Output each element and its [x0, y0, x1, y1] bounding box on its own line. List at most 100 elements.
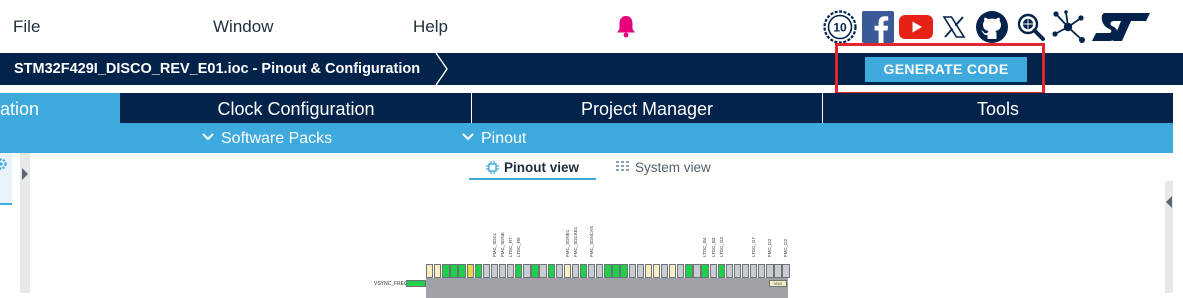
pin-signal-label: FMC_D2: [783, 238, 789, 257]
pin-signal-label: FMC_SDCKE1: [572, 226, 578, 257]
chip-pin[interactable]: [644, 264, 653, 278]
chip-pin[interactable]: [588, 264, 596, 278]
youtube-icon[interactable]: [899, 9, 933, 45]
chip-pin[interactable]: [750, 264, 758, 278]
tab-project-manager[interactable]: Project Manager: [472, 93, 822, 123]
chip-pin[interactable]: [571, 264, 580, 278]
tab-label: Clock Configuration: [217, 99, 375, 119]
chip-pin[interactable]: [677, 264, 685, 278]
chip-pin[interactable]: [701, 264, 709, 278]
chip-pin[interactable]: [458, 264, 466, 278]
menu-bar: File Window Help 10: [0, 0, 1183, 53]
chip-pin[interactable]: [426, 264, 434, 278]
chip-pin[interactable]: [442, 264, 450, 278]
chip-pin[interactable]: [620, 264, 628, 278]
chip-pin[interactable]: [450, 264, 458, 278]
chip-pin[interactable]: [507, 264, 515, 278]
chip-pin[interactable]: [498, 264, 507, 278]
notification-bell-icon[interactable]: [615, 14, 637, 38]
pinout-label: Pinout: [481, 130, 527, 147]
chip-pin[interactable]: [774, 264, 782, 278]
chip-pin[interactable]: [652, 264, 661, 278]
github-icon[interactable]: [975, 9, 1009, 45]
chip-pin[interactable]: [612, 264, 620, 278]
expand-arrow-icon[interactable]: [22, 168, 28, 180]
chip-pin[interactable]: [741, 264, 750, 278]
generate-code-button[interactable]: GENERATE CODE: [865, 57, 1027, 82]
collapse-arrow-icon[interactable]: [1166, 196, 1172, 208]
facebook-icon[interactable]: [862, 9, 894, 45]
software-packs-label: Software Packs: [221, 130, 333, 147]
chip-pin[interactable]: [482, 264, 491, 278]
chip-pin[interactable]: [563, 264, 572, 278]
pin-signal-label: FMC_SDNCAS: [589, 225, 594, 257]
vdd-pin[interactable]: VDD: [769, 280, 787, 287]
chip-pin[interactable]: [725, 264, 734, 278]
chip-pin[interactable]: [490, 264, 499, 278]
tab-pinout-configuration[interactable]: ation: [0, 93, 120, 123]
breadcrumb-title[interactable]: STM32F429I_DISCO_REV_E01.ioc - Pinout & …: [14, 53, 420, 85]
anniversary-10-badge-icon[interactable]: 10: [823, 9, 857, 45]
chip-pin[interactable]: [685, 264, 693, 278]
chip-pin[interactable]: [709, 264, 717, 278]
chevron-down-icon: [202, 133, 214, 141]
chip-icon: [485, 160, 499, 174]
chip-pin[interactable]: [539, 264, 547, 278]
chip-pin[interactable]: [523, 264, 531, 278]
chip-pin[interactable]: [782, 264, 790, 278]
chip-pin[interactable]: [766, 264, 774, 278]
st-community-icon[interactable]: [1016, 9, 1046, 45]
chip-pin[interactable]: [474, 264, 482, 278]
tab-label: ation: [0, 99, 40, 119]
tab-clock-configuration[interactable]: Clock Configuration: [121, 93, 471, 123]
breadcrumb-chevron-icon: [435, 53, 448, 85]
gear-icon[interactable]: [0, 157, 8, 171]
pinout-view-tab[interactable]: Pinout view: [469, 158, 596, 180]
side-pin-label: VSYNC_FREQ: [374, 281, 408, 287]
menu-window[interactable]: Window: [213, 17, 273, 37]
chevron-down-icon: [462, 133, 474, 141]
tab-label: Project Manager: [580, 99, 714, 119]
pinout-menu[interactable]: Pinout: [462, 123, 526, 153]
chip-pin[interactable]: [531, 264, 539, 278]
chip-pin[interactable]: [555, 264, 563, 278]
mcu-pinout-diagram[interactable]: VSYNC_FREQ VDD FMC_SDCL FMC_SDNE LTDC_R7 LT…: [370, 225, 790, 298]
chip-pin[interactable]: [466, 264, 474, 278]
chip-pin[interactable]: [669, 264, 677, 278]
chip-pin[interactable]: [628, 264, 636, 278]
chip-pin[interactable]: [596, 264, 604, 278]
category-panel-indicator: [0, 203, 12, 205]
side-pin[interactable]: [406, 280, 426, 287]
svg-text:10: 10: [833, 21, 847, 35]
pin-signal-label: LTDC_R6: [516, 237, 522, 257]
pin-signal-label: LTDC_B4: [702, 237, 708, 257]
chip-pin[interactable]: [434, 264, 442, 278]
chip-pin[interactable]: [579, 264, 588, 278]
chip-pin[interactable]: [733, 264, 742, 278]
tab-label: Tools: [976, 99, 1020, 119]
pin-signal-label: LTDC_G7: [751, 237, 756, 257]
menu-file[interactable]: File: [13, 17, 40, 37]
chip-pin[interactable]: [547, 264, 555, 278]
chip-pin[interactable]: [604, 264, 612, 278]
x-twitter-icon[interactable]: [942, 9, 966, 45]
system-view-label: System view: [635, 160, 711, 175]
system-view-tab[interactable]: System view: [616, 158, 711, 178]
st-logo-icon[interactable]: [1090, 9, 1152, 45]
system-grid-icon: [616, 160, 629, 171]
menu-help[interactable]: Help: [413, 17, 448, 37]
chip-pin[interactable]: [636, 264, 644, 278]
network-share-icon[interactable]: [1051, 9, 1085, 45]
chip-pin[interactable]: [515, 264, 523, 278]
pin-signal-label: LTDC_R7: [508, 237, 513, 257]
chip-pin[interactable]: [660, 264, 669, 278]
tab-tools[interactable]: Tools: [823, 93, 1173, 123]
pin-signal-label: FMC_D3: [767, 238, 773, 257]
pin-signal-label: LTDC_B3: [710, 237, 716, 257]
pin-signal-label: FMC_SDNE1: [564, 229, 570, 257]
chip-pin[interactable]: [717, 264, 725, 278]
software-packs-menu[interactable]: Software Packs: [202, 123, 332, 153]
chip-pin[interactable]: [758, 264, 766, 278]
chip-pin[interactable]: [693, 264, 701, 278]
mcu-chip-body[interactable]: [426, 278, 788, 298]
